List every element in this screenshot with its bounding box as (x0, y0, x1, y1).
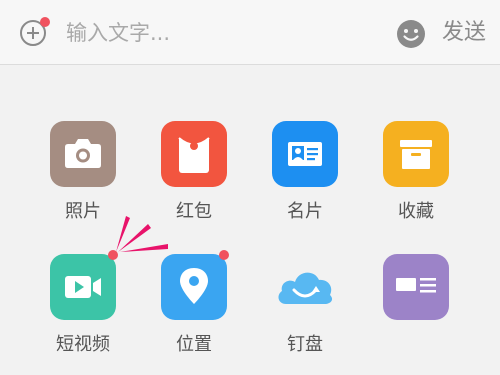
input-bar: 发送 (0, 0, 500, 65)
cloud-sync-icon (272, 254, 338, 320)
short-video-tile[interactable]: 短视频 (38, 250, 128, 358)
plus-button[interactable] (19, 17, 50, 47)
tile-label: 钉盘 (287, 334, 323, 355)
archive-box-icon (383, 121, 449, 187)
red-envelope-tile[interactable]: 红包 (149, 121, 239, 225)
action-panel: 照片 红包 名片 收藏 短视频 位置 钉盘 (0, 65, 500, 375)
location-pin-icon (161, 254, 227, 320)
calendar-tile[interactable] (371, 254, 461, 358)
message-input[interactable] (66, 18, 366, 48)
new-badge (219, 250, 229, 260)
new-badge (108, 250, 118, 260)
favorites-tile[interactable]: 收藏 (371, 121, 461, 225)
emoji-smile-icon (397, 20, 425, 48)
business-card-icon (272, 121, 338, 187)
photo-tile[interactable]: 照片 (38, 121, 128, 225)
notification-dot (40, 17, 50, 27)
tile-label: 短视频 (56, 334, 110, 355)
red-envelope-icon (161, 121, 227, 187)
business-card-tile[interactable]: 名片 (260, 121, 350, 225)
tile-label: 位置 (176, 334, 212, 355)
video-camera-icon (50, 254, 116, 320)
emoji-button[interactable] (396, 19, 426, 49)
highlight-sparkle-icon (116, 216, 168, 252)
send-button[interactable]: 发送 (442, 17, 486, 49)
tile-label: 名片 (287, 201, 323, 222)
ding-disk-tile[interactable]: 钉盘 (260, 254, 350, 358)
location-tile[interactable]: 位置 (149, 250, 239, 358)
tile-label: 收藏 (398, 201, 434, 222)
camera-icon (50, 121, 116, 187)
calendar-card-icon (383, 254, 449, 320)
